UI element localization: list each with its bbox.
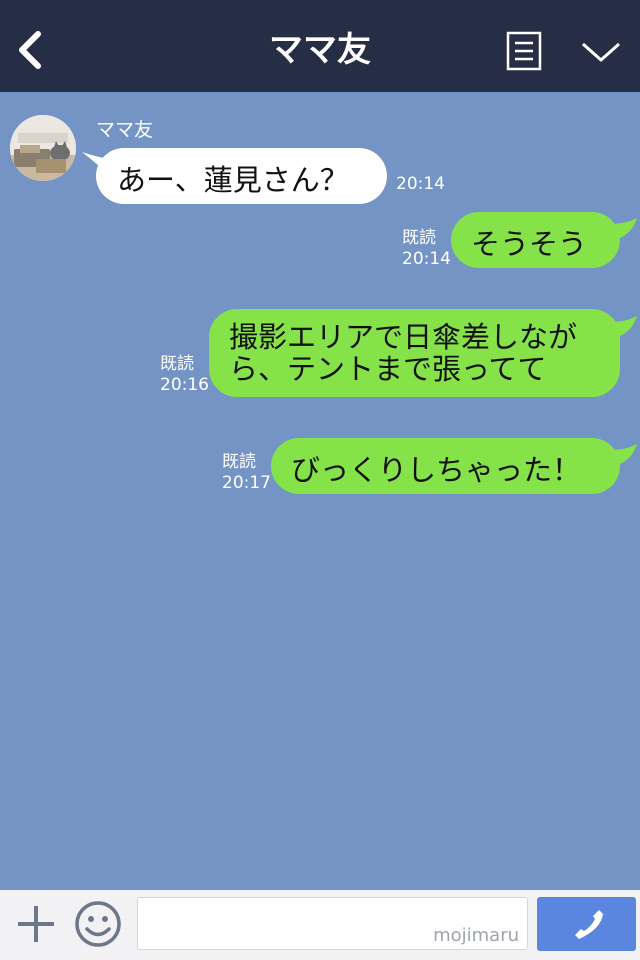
message-text: そうそう bbox=[471, 227, 588, 261]
message-meta: 既読 20:16 bbox=[160, 354, 209, 396]
message-input[interactable]: mojimaru bbox=[137, 897, 528, 950]
message-time: 20:14 bbox=[402, 249, 451, 269]
smiley-icon[interactable] bbox=[74, 900, 122, 948]
read-receipt: 既読 bbox=[160, 354, 194, 374]
sender-name: ママ友 bbox=[96, 119, 154, 141]
message-text: 撮影エリアで日傘差しなが ら、テントまで張ってて bbox=[229, 321, 577, 385]
plus-icon[interactable] bbox=[16, 904, 56, 944]
read-receipt: 既読 bbox=[222, 452, 256, 472]
message-line: 撮影エリアで日傘差しなが bbox=[229, 320, 578, 354]
cat-photo-icon bbox=[10, 115, 76, 181]
message-time: 20:17 bbox=[222, 473, 271, 493]
document-menu-icon[interactable] bbox=[506, 31, 542, 71]
message-text: あー、蓮見さん？ bbox=[117, 163, 349, 197]
message-time: 20:16 bbox=[160, 375, 209, 395]
message-bubble-outgoing[interactable]: そうそう bbox=[451, 212, 620, 268]
message-meta: 既読 20:17 bbox=[222, 452, 271, 494]
message-bubble-outgoing[interactable]: びっくりしちゃった！ bbox=[271, 438, 620, 494]
message-bubble-outgoing[interactable]: 撮影エリアで日傘差しなが ら、テントまで張ってて bbox=[209, 309, 620, 397]
message-time: 20:14 bbox=[396, 174, 445, 194]
phone-icon bbox=[575, 910, 603, 939]
call-button[interactable] bbox=[537, 897, 636, 951]
read-receipt: 既読 bbox=[402, 228, 436, 248]
message-line: ら、テントまで張ってて bbox=[229, 352, 547, 386]
contact-avatar[interactable] bbox=[10, 115, 76, 181]
chevron-down-icon[interactable] bbox=[580, 38, 622, 66]
message-text: びっくりしちゃった！ bbox=[291, 453, 582, 487]
chevron-left-icon[interactable] bbox=[14, 30, 48, 70]
chat-title: ママ友 bbox=[269, 30, 371, 70]
message-bubble-incoming[interactable]: あー、蓮見さん？ bbox=[96, 148, 387, 204]
watermark: mojimaru bbox=[433, 925, 519, 946]
chat-header: ママ友 bbox=[0, 0, 640, 92]
message-meta: 既読 20:14 bbox=[402, 228, 451, 270]
